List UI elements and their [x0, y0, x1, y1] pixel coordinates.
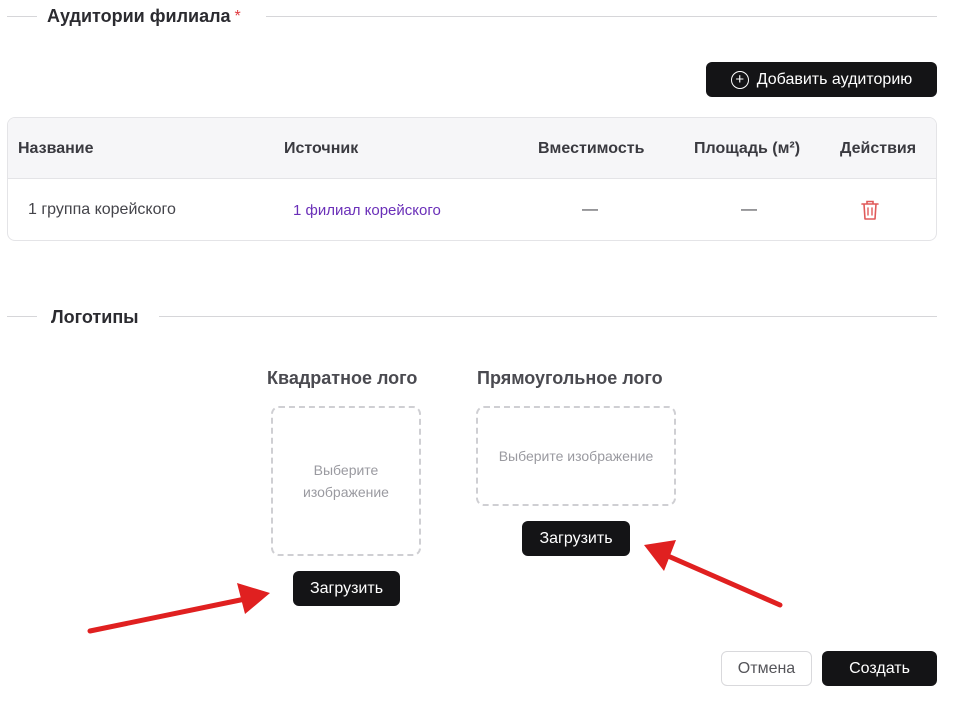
section-divider-right — [266, 16, 937, 17]
logos-section-title: Логотипы — [51, 307, 139, 327]
annotation-arrow-right — [644, 540, 783, 608]
rectangular-logo-label: Прямоугольное лого — [477, 368, 663, 388]
plus-circle-icon: + — [730, 70, 749, 89]
logos-section-header: Логотипы — [51, 307, 139, 328]
create-button[interactable]: Создать — [822, 651, 937, 686]
cancel-button[interactable]: Отмена — [721, 651, 812, 686]
required-mark: * — [234, 7, 241, 25]
rectangular-logo-upload-label: Загрузить — [539, 529, 613, 547]
add-classroom-button-label: Добавить аудиторию — [756, 70, 913, 88]
section-divider-left — [7, 16, 37, 17]
row-name-cell: 1 группа корейского — [28, 201, 176, 218]
rectangular-logo-upload-button[interactable]: Загрузить — [522, 521, 630, 556]
logos-divider-left — [7, 316, 37, 317]
square-logo-dropzone[interactable]: Выберите изображение — [271, 406, 421, 556]
column-header-source[interactable]: Источник — [284, 140, 358, 158]
square-logo-label: Квадратное лого — [267, 368, 418, 388]
cancel-button-label: Отмена — [737, 659, 796, 677]
classrooms-section-title: Аудитории филиала — [47, 6, 231, 26]
classrooms-table: Название Источник Вместимость Площадь (м… — [7, 117, 937, 241]
row-area-cell: — — [741, 201, 757, 218]
square-logo-upload-label: Загрузить — [309, 579, 384, 597]
square-logo-upload-button[interactable]: Загрузить — [293, 571, 400, 606]
column-header-capacity[interactable]: Вместимость — [538, 140, 644, 158]
annotation-arrow-left — [87, 583, 270, 634]
classrooms-section-header: Аудитории филиала * — [47, 6, 241, 27]
logos-divider-right — [159, 316, 937, 317]
column-header-area[interactable]: Площадь (м²) — [694, 140, 800, 158]
row-source-link[interactable]: 1 филиал корейского — [293, 202, 441, 219]
rectangular-logo-placeholder: Выберите изображение — [498, 448, 654, 464]
column-header-name[interactable]: Название — [18, 140, 94, 158]
rectangular-logo-dropzone[interactable]: Выберите изображение — [476, 406, 676, 506]
add-classroom-button[interactable]: + Добавить аудиторию — [706, 62, 937, 97]
column-header-actions: Действия — [840, 140, 917, 157]
trash-icon[interactable] — [861, 199, 879, 221]
row-capacity-cell: — — [582, 201, 598, 218]
square-logo-placeholder: Выберите изображение — [303, 462, 389, 500]
create-button-label: Создать — [849, 659, 910, 677]
